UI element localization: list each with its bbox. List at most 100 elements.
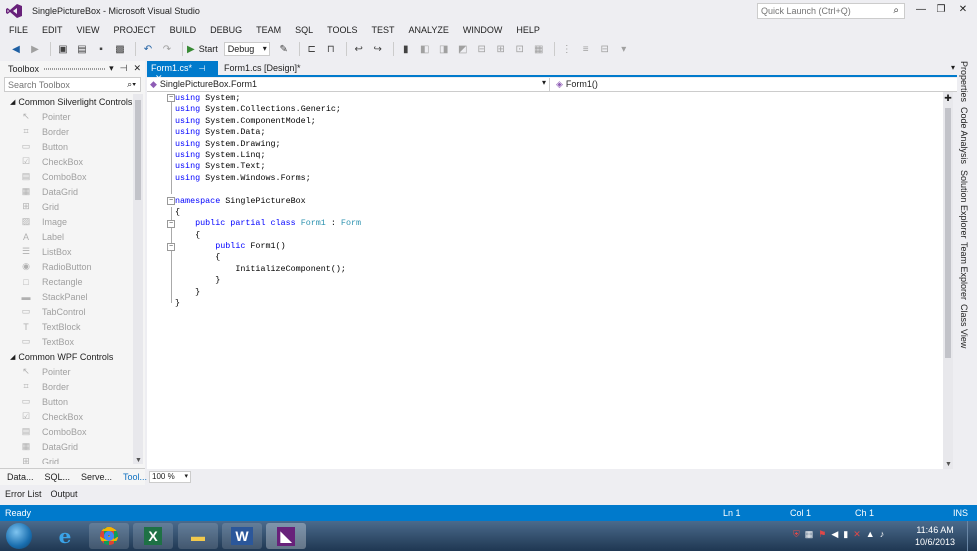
toolbox-item[interactable]: A Label: [0, 229, 133, 244]
menu-test[interactable]: TEST: [362, 22, 399, 38]
menu-edit[interactable]: EDIT: [33, 22, 68, 38]
side-tab-code-analysis[interactable]: Code Analysis: [959, 107, 969, 164]
toolbox-search[interactable]: ⌕▾: [4, 77, 141, 92]
redo-icon[interactable]: ↷: [159, 41, 175, 57]
toolbox-item[interactable]: ↖ Pointer: [0, 109, 133, 124]
battery-icon[interactable]: ▮: [843, 529, 848, 540]
windows-start-button[interactable]: [6, 523, 32, 549]
clear-bookmarks-icon[interactable]: ◩: [455, 41, 471, 57]
format-icon[interactable]: ⊟: [474, 41, 490, 57]
grid-layout-icon[interactable]: ⊞: [493, 41, 509, 57]
collapse-namespace-icon[interactable]: −: [167, 197, 175, 205]
toolbox-item[interactable]: ▭ Button: [0, 394, 133, 409]
spacing-icon[interactable]: ⋮: [559, 41, 575, 57]
toolbox-item[interactable]: ◉ RadioButton: [0, 259, 133, 274]
toolbox-group-header[interactable]: ◢ Common WPF Controls: [0, 349, 133, 364]
collapse-usings-icon[interactable]: −: [167, 94, 175, 102]
side-tab-team-explorer[interactable]: Team Explorer: [959, 242, 969, 300]
menu-help[interactable]: HELP: [507, 22, 545, 38]
editor-scrollbar[interactable]: ▼: [943, 92, 953, 469]
network-icon[interactable]: ▦: [805, 529, 814, 540]
toolbox-item[interactable]: ↖ Pointer: [0, 364, 133, 379]
find-icon[interactable]: ✎: [276, 41, 292, 57]
system-clock[interactable]: 11:46 AM 10/6/2013: [915, 524, 955, 548]
toolbox-item[interactable]: ▭ TextBox: [0, 334, 133, 349]
toolbox-item[interactable]: T TextBlock: [0, 319, 133, 334]
toolbox-item[interactable]: ☑ CheckBox: [0, 154, 133, 169]
expand-triangle-icon[interactable]: ◢: [10, 353, 15, 361]
save-icon[interactable]: ▪: [93, 41, 109, 57]
side-tab-class-view[interactable]: Class View: [959, 304, 969, 348]
panel-tab[interactable]: Data...: [0, 469, 38, 485]
close-icon[interactable]: ✕: [133, 63, 141, 74]
panel-tab[interactable]: SQL...: [38, 469, 75, 485]
open-file-icon[interactable]: ▤: [74, 41, 90, 57]
chevron-down-icon[interactable]: ▾: [109, 63, 114, 74]
toolbox-item[interactable]: ▨ Image: [0, 214, 133, 229]
file-explorer-icon[interactable]: ▬: [178, 523, 218, 549]
next-bookmark-icon[interactable]: ◨: [436, 41, 452, 57]
forward-navigate-icon[interactable]: ▶: [27, 41, 43, 57]
maximize-button[interactable]: ❐: [934, 4, 948, 16]
wifi-icon[interactable]: ▲: [866, 529, 875, 540]
start-debugging-button[interactable]: ▶ Start: [187, 44, 218, 55]
toolbox-item[interactable]: ▭ Button: [0, 139, 133, 154]
side-tab-solution-explorer[interactable]: Solution Explorer: [959, 170, 969, 239]
tab-error-list[interactable]: Error List: [0, 486, 46, 503]
toolbox-item[interactable]: □ Rectangle: [0, 274, 133, 289]
minimize-button[interactable]: —: [914, 4, 928, 16]
toolbox-item[interactable]: ☰ ListBox: [0, 244, 133, 259]
menu-debug[interactable]: DEBUG: [201, 22, 247, 38]
toolbox-item[interactable]: ☑ CheckBox: [0, 409, 133, 424]
order-icon[interactable]: ⊡: [512, 41, 528, 57]
tab-order-icon[interactable]: ≡: [578, 41, 594, 57]
expand-triangle-icon[interactable]: ◢: [10, 98, 15, 106]
word-icon[interactable]: W: [222, 523, 262, 549]
toolbox-item[interactable]: ▤ ComboBox: [0, 169, 133, 184]
collapse-class-icon[interactable]: −: [167, 220, 175, 228]
panel-tab[interactable]: Serve...: [74, 469, 116, 485]
toolbox-item[interactable]: ⌗ Border: [0, 124, 133, 139]
undo-icon[interactable]: ↶: [140, 41, 156, 57]
menu-file[interactable]: FILE: [0, 22, 33, 38]
close-button[interactable]: ✕: [956, 4, 970, 16]
speaker-icon[interactable]: ♪: [880, 529, 885, 540]
type-dropdown[interactable]: ◆ SinglePictureBox.Form1 ▾: [147, 78, 550, 91]
lock-controls-icon[interactable]: ▦: [531, 41, 547, 57]
menu-project[interactable]: PROJECT: [105, 22, 161, 38]
search-icon[interactable]: ⌕: [893, 5, 899, 16]
menu-window[interactable]: WINDOW: [454, 22, 508, 38]
bookmark-icon[interactable]: ▮: [398, 41, 414, 57]
code-text[interactable]: using System; using System.Collections.Ge…: [175, 93, 361, 309]
new-project-icon[interactable]: ▣: [55, 41, 71, 57]
tab-form1-cs[interactable]: Form1.cs* ⊣ ✕: [147, 61, 218, 83]
pin-icon[interactable]: ⊣: [199, 64, 206, 73]
internet-explorer-icon[interactable]: e: [45, 523, 85, 549]
code-editor[interactable]: − − − − using System; using System.Collec…: [147, 92, 943, 469]
volume-icon[interactable]: ◀: [831, 529, 838, 540]
antivirus-icon[interactable]: ⛨: [793, 529, 800, 540]
toolbox-item[interactable]: ⊞ Grid: [0, 199, 133, 214]
step-into-icon[interactable]: ↩: [351, 41, 367, 57]
step-over-icon[interactable]: ↪: [370, 41, 386, 57]
toolbox-item[interactable]: ▭ TabControl: [0, 304, 133, 319]
chrome-icon[interactable]: [89, 523, 129, 549]
menu-analyze[interactable]: ANALYZE: [400, 22, 454, 38]
toolbox-scrollbar[interactable]: ▼: [133, 94, 143, 464]
align-center-icon[interactable]: ⊓: [323, 41, 339, 57]
tab-output[interactable]: Output: [46, 486, 82, 503]
toolbox-item[interactable]: ⊞ Grid: [0, 454, 133, 464]
panel-grip[interactable]: [44, 68, 105, 70]
size-icon[interactable]: ⊟: [597, 41, 613, 57]
panel-tab[interactable]: Tool...: [116, 469, 151, 485]
scroll-thumb[interactable]: [945, 108, 951, 358]
toolbox-item[interactable]: ▬ StackPanel: [0, 289, 133, 304]
scroll-down-icon[interactable]: ▼: [135, 457, 142, 464]
member-dropdown[interactable]: ◈ Form1(): [553, 78, 943, 91]
excel-icon[interactable]: X: [133, 523, 173, 549]
scroll-thumb[interactable]: [135, 100, 141, 200]
action-center-icon[interactable]: ⚑: [818, 529, 826, 540]
quick-launch-box[interactable]: ⌕: [757, 3, 905, 19]
show-desktop-button[interactable]: [967, 521, 977, 551]
split-window-icon[interactable]: ✚: [943, 93, 953, 103]
